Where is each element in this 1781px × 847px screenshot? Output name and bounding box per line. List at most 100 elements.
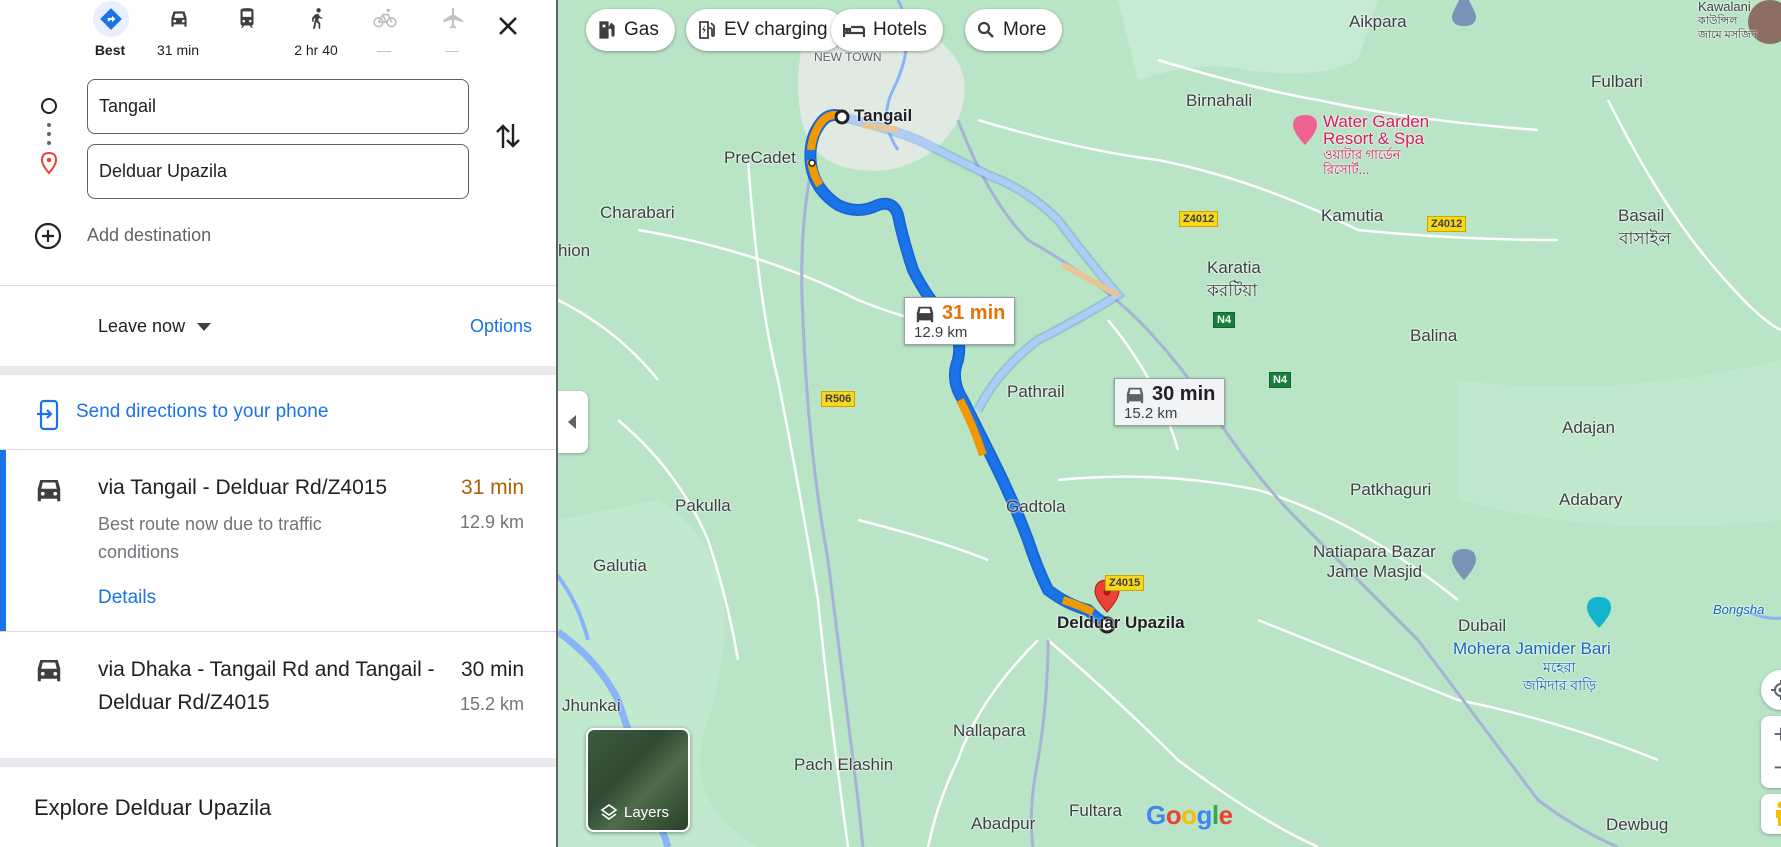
caret-down-icon	[197, 322, 212, 331]
layers-icon	[600, 804, 618, 820]
poi-label: মহেরা	[1543, 659, 1576, 675]
road-shield: Z4012	[1179, 211, 1219, 227]
callout-duration: 31 min	[942, 302, 1006, 324]
swap-icon	[496, 124, 520, 148]
poi-kawalani[interactable]: Kawalani কাউন্সিল জামে মসজিদ	[1698, 0, 1758, 42]
poi-label: Resort & Spa	[1323, 129, 1425, 148]
mode-cycling[interactable]: —	[356, 0, 412, 62]
origin-input[interactable]: Tangail	[87, 79, 469, 134]
mode-label: —	[445, 42, 459, 58]
poi-mohera[interactable]: Mohera Jamider Bari মহেরা জমিদার বাড়ি	[1453, 640, 1611, 694]
poi-label: Jame Masjid	[1326, 562, 1423, 581]
place-label: Adabary	[1559, 490, 1623, 509]
route-duration: 30 min	[460, 658, 524, 681]
poi-label: Kawalani	[1698, 0, 1751, 14]
place-label: PreCadet	[724, 148, 796, 167]
walk-icon	[299, 1, 335, 37]
zoom-out-button[interactable]: −	[1773, 752, 1781, 788]
filter-chip-more[interactable]: More	[965, 9, 1063, 51]
mode-flight[interactable]: —	[424, 0, 480, 62]
add-destination-link[interactable]: Add destination	[87, 225, 211, 246]
explore-heading: Explore Delduar Upazila	[34, 795, 272, 820]
google-logo: Google	[1146, 800, 1233, 830]
road-shield: R506	[821, 391, 856, 407]
place-label: NEW TOWN	[814, 50, 882, 64]
place-label: Fultara	[1069, 801, 1122, 820]
place-label: Tangail	[854, 106, 913, 125]
road-shield: Z4012	[1427, 216, 1467, 232]
route-callout-alternate[interactable]: 30 min 15.2 km	[1114, 378, 1226, 426]
route-option-1[interactable]: via Tangail - Delduar Rd/Z4015 31 min 12…	[0, 450, 556, 631]
poi-label: ওয়াটার গার্ডেন	[1323, 147, 1401, 162]
gas-station-icon	[599, 21, 615, 39]
filter-chip-ev-charging[interactable]: EV charging	[686, 9, 844, 51]
layers-button[interactable]: Layers	[586, 728, 690, 832]
route-option-2[interactable]: via Dhaka - Tangail Rd and Tangail - Del…	[0, 632, 556, 758]
place-label: Adajan	[1562, 418, 1615, 437]
route-title: via Dhaka - Tangail Rd and Tangail - Del…	[98, 658, 435, 714]
car-icon	[37, 480, 61, 502]
ev-charger-icon	[699, 21, 715, 39]
zoom-in-button[interactable]: +	[1773, 716, 1781, 752]
layers-label: Layers	[624, 803, 670, 821]
poi-natiapara[interactable]: Natiapara Bazar Jame Masjid	[1313, 542, 1436, 582]
chip-label: EV charging	[724, 19, 828, 40]
poi-water-garden[interactable]: Water Garden Resort & Spa ওয়াটার গার্ডে…	[1323, 113, 1429, 177]
place-label: Dewbug	[1606, 815, 1669, 834]
place-label: Pakulla	[675, 496, 731, 515]
collapse-panel-button[interactable]	[558, 391, 588, 453]
pegman-button[interactable]	[1761, 794, 1781, 834]
close-icon	[499, 17, 517, 35]
filter-chip-hotels[interactable]: Hotels	[831, 9, 943, 51]
divider	[0, 758, 556, 767]
car-icon	[916, 306, 934, 322]
mode-driving[interactable]: 31 min	[150, 0, 206, 62]
train-icon	[229, 1, 265, 37]
mode-best[interactable]: Best	[82, 0, 138, 62]
mode-walking[interactable]: 2 hr 40	[288, 0, 344, 62]
waypoint-connector-icon	[40, 98, 58, 175]
my-location-icon	[1771, 680, 1781, 700]
route-duration: 31 min	[460, 476, 524, 499]
callout-distance: 12.9 km	[914, 324, 968, 341]
car-icon	[161, 1, 197, 37]
chevron-left-icon	[568, 415, 576, 429]
leave-now-label: Leave now	[98, 316, 186, 336]
add-destination-icon[interactable]	[34, 222, 62, 250]
filter-chip-gas[interactable]: Gas	[586, 9, 675, 51]
zoom-controls: + −	[1761, 716, 1781, 788]
place-label: Pach Elashin	[794, 755, 894, 774]
place-label: Nallapara	[953, 721, 1026, 740]
mode-transit[interactable]	[218, 0, 274, 62]
send-directions-label: Send directions to your phone	[76, 401, 329, 422]
route-title: via Tangail - Delduar Rd/Z4015	[98, 476, 388, 499]
place-label: Birnahali	[1186, 91, 1253, 110]
destination-value: Delduar Upazila	[99, 161, 228, 181]
bed-icon	[843, 24, 865, 37]
road-shield: N4	[1213, 312, 1236, 328]
plane-icon	[435, 1, 471, 37]
place-label: Karatia	[1207, 258, 1261, 277]
origin-value: Tangail	[99, 96, 157, 116]
send-directions-to-phone[interactable]: Send directions to your phone	[0, 377, 556, 449]
swap-waypoints-button[interactable]	[488, 116, 528, 156]
map-canvas[interactable]: Gas EV charging Hotels More Aikpara Fulb…	[558, 0, 1781, 847]
place-label: Balina	[1410, 326, 1458, 345]
road-shield: Z4015	[1105, 575, 1145, 591]
options-link[interactable]: Options	[470, 316, 532, 337]
mode-label: 2 hr 40	[294, 42, 338, 58]
leave-now-dropdown[interactable]: Leave now	[98, 316, 212, 337]
route-callout-primary[interactable]: 31 min 12.9 km	[904, 297, 1016, 345]
route-details-link[interactable]: Details	[98, 587, 156, 609]
callout-distance: 15.2 km	[1124, 405, 1178, 422]
chip-label: Hotels	[873, 19, 927, 40]
road-shield: N4	[1269, 372, 1292, 388]
poi-label: Mohera Jamider Bari	[1453, 639, 1611, 658]
close-directions-button[interactable]	[488, 6, 528, 46]
place-label: Dubail	[1458, 616, 1507, 635]
place-label: Charabari	[600, 203, 675, 222]
callout-duration: 30 min	[1152, 383, 1216, 405]
place-name: Jhunkai	[562, 696, 621, 715]
poi-label: Natiapara Bazar	[1313, 542, 1436, 561]
destination-input[interactable]: Delduar Upazila	[87, 144, 469, 199]
